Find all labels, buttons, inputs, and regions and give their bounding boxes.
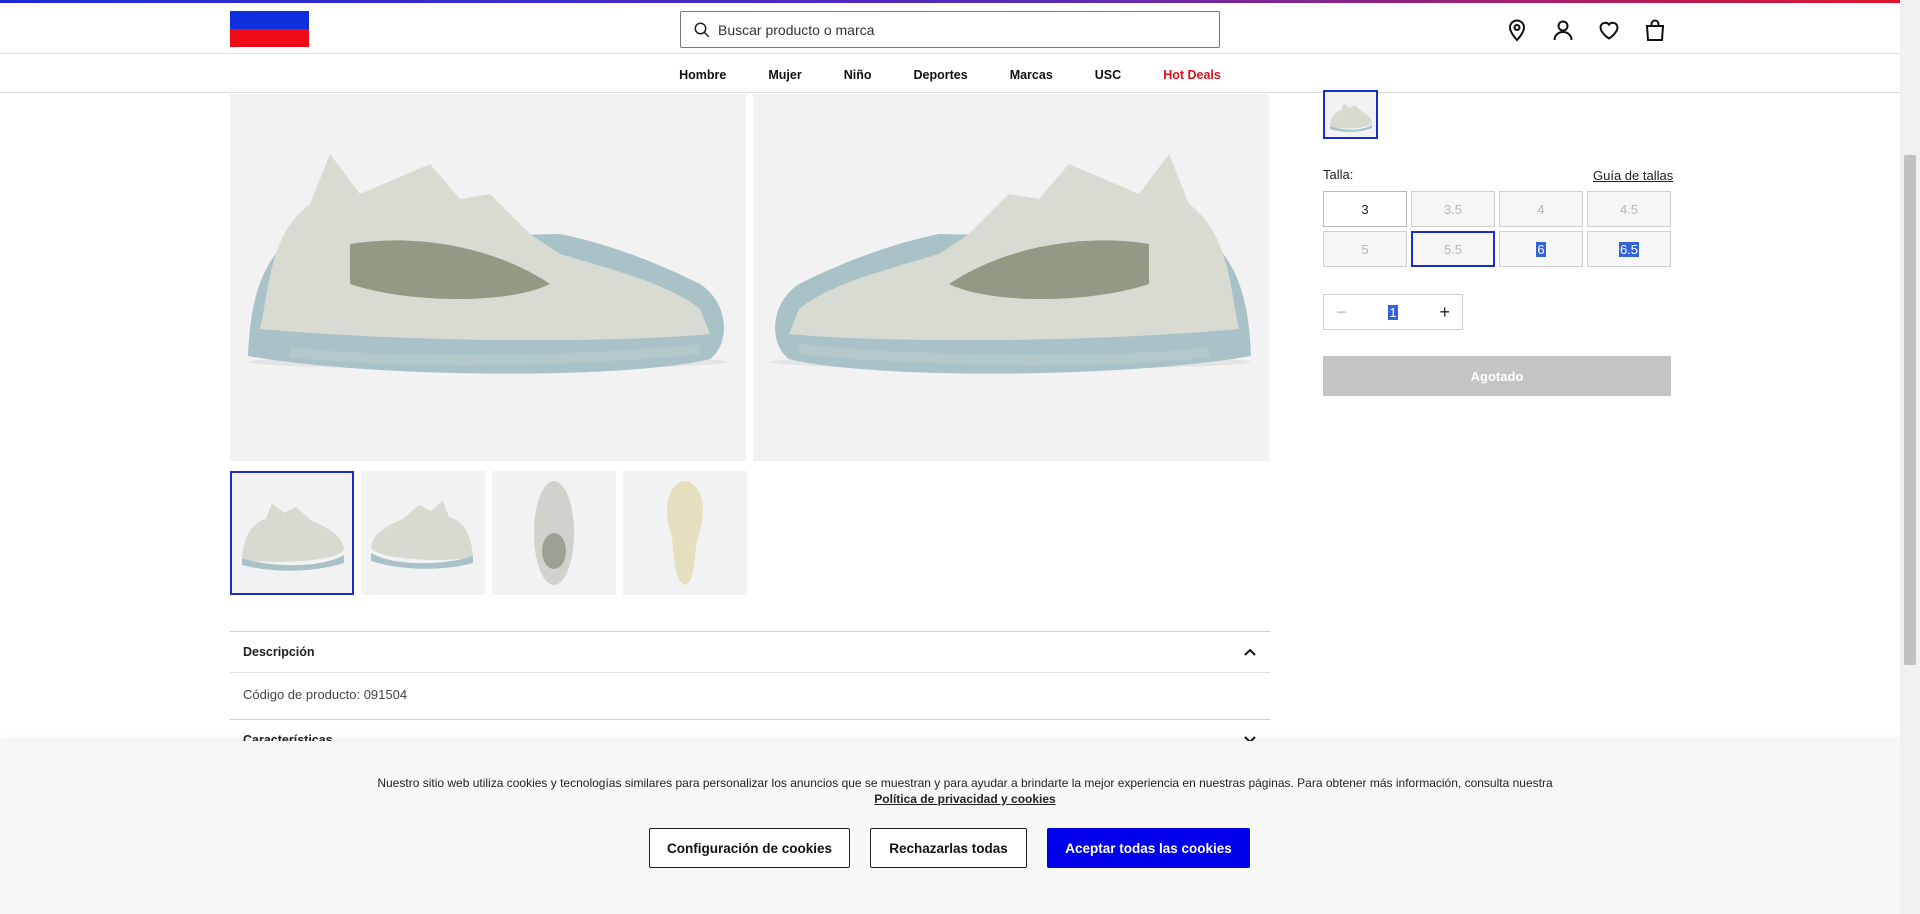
size-option-6-5-label: 6.5	[1618, 241, 1640, 257]
chevron-up-icon	[1244, 648, 1256, 656]
quantity-value[interactable]: 1	[1388, 304, 1398, 320]
description-accordion: Descripción Código de producto: 091504	[230, 631, 1270, 716]
main-nav: Hombre Mujer Niño Deportes Marcas USC Ho…	[0, 55, 1900, 93]
quantity-stepper: − 1 +	[1323, 294, 1463, 330]
search-box[interactable]	[680, 11, 1220, 48]
site-header	[0, 3, 1900, 54]
size-selector: 3 3.5 4 4.5 5 5.5 6 6.5	[1323, 191, 1671, 267]
nav-item-usc[interactable]: USC	[1074, 55, 1142, 92]
heart-icon[interactable]	[1597, 18, 1621, 42]
nav-item-marcas[interactable]: Marcas	[989, 55, 1074, 92]
color-variant-thumbnail[interactable]	[1323, 90, 1378, 139]
user-icon[interactable]	[1551, 18, 1575, 42]
size-option-6-label: 6	[1536, 241, 1546, 257]
location-pin-icon[interactable]	[1505, 18, 1529, 42]
size-label: Talla:	[1323, 167, 1354, 182]
sold-out-button[interactable]: Agotado	[1323, 356, 1671, 396]
search-input[interactable]	[718, 21, 1198, 38]
search-icon	[694, 22, 710, 37]
nav-item-mujer[interactable]: Mujer	[747, 55, 822, 92]
cookie-settings-button[interactable]: Configuración de cookies	[649, 828, 850, 868]
nav-item-hombre[interactable]: Hombre	[658, 55, 747, 92]
size-option-4-5[interactable]: 4.5	[1587, 191, 1671, 227]
scrollbar-thumb[interactable]	[1904, 155, 1916, 665]
product-image-main-left[interactable]	[230, 94, 746, 461]
description-accordion-header[interactable]: Descripción	[230, 632, 1270, 672]
size-option-4[interactable]: 4	[1499, 191, 1583, 227]
size-option-6[interactable]: 6	[1499, 231, 1583, 267]
description-body: Código de producto: 091504	[230, 672, 1270, 716]
size-option-3[interactable]: 3	[1323, 191, 1407, 227]
size-option-5[interactable]: 5	[1323, 231, 1407, 267]
nav-item-nino[interactable]: Niño	[823, 55, 893, 92]
size-guide-link[interactable]: Guía de tallas	[1593, 168, 1673, 183]
privacy-policy-link[interactable]: Política de privacidad y cookies	[874, 792, 1055, 806]
size-option-5-5[interactable]: 5.5	[1411, 231, 1495, 267]
reject-cookies-button[interactable]: Rechazarlas todas	[870, 828, 1027, 868]
bag-icon[interactable]	[1643, 18, 1667, 42]
product-image-main-right[interactable]	[753, 94, 1269, 461]
accept-cookies-button[interactable]: Aceptar todas las cookies	[1047, 828, 1250, 868]
product-thumbnail-4[interactable]	[623, 471, 747, 595]
product-thumbnail-1[interactable]	[230, 471, 354, 595]
page-scrollbar[interactable]	[1900, 0, 1920, 914]
description-title: Descripción	[243, 645, 315, 659]
nav-item-deportes[interactable]: Deportes	[893, 55, 989, 92]
product-thumbnail-2[interactable]	[361, 471, 485, 595]
cookie-text: Nuestro sitio web utiliza cookies y tecn…	[377, 776, 1553, 806]
nav-item-hot-deals[interactable]: Hot Deals	[1142, 55, 1242, 92]
size-option-6-5[interactable]: 6.5	[1587, 231, 1671, 267]
size-option-3-5[interactable]: 3.5	[1411, 191, 1495, 227]
plus-icon[interactable]: +	[1439, 302, 1450, 323]
minus-icon[interactable]: −	[1336, 302, 1347, 323]
product-thumbnail-3[interactable]	[492, 471, 616, 595]
site-logo[interactable]	[230, 11, 309, 47]
